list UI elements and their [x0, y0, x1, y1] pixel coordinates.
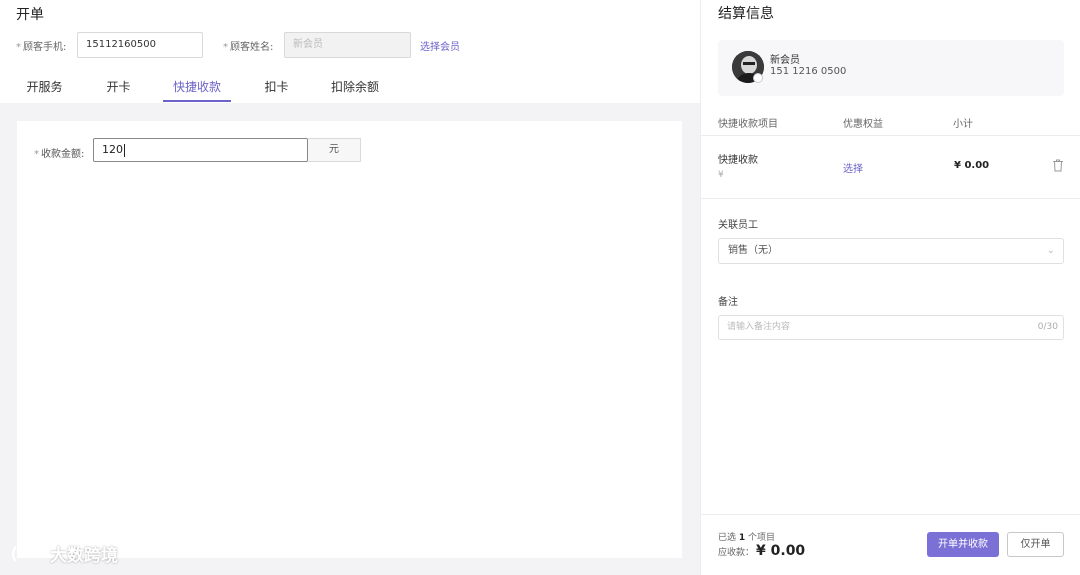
member-badge-icon	[753, 73, 763, 83]
tab-card[interactable]: 开卡	[96, 72, 141, 102]
staff-label: 关联员工	[718, 220, 758, 231]
staff-select[interactable]: 销售（无） ⌄	[718, 238, 1064, 264]
amount-input[interactable]: 120	[93, 138, 308, 162]
open-and-collect-button[interactable]: 开单并收款	[927, 532, 999, 557]
tab-quick-pay[interactable]: 快捷收款	[163, 72, 231, 102]
column-header-item: 快捷收款项目	[718, 119, 778, 130]
order-panel: 开单 * 顾客手机: 15112160500 * 顾客姓名: 新会员 选择会员 开服…	[0, 0, 700, 575]
brand-logo-icon	[11, 545, 46, 562]
tab-service[interactable]: 开服务	[17, 72, 72, 102]
divider	[701, 198, 1080, 199]
member-name: 新会员	[770, 55, 800, 66]
select-discount-link[interactable]: 选择	[843, 160, 863, 175]
amount-label: * 收款金额:	[34, 149, 85, 160]
settlement-title: 结算信息	[718, 6, 774, 22]
tab-deduct-balance[interactable]: 扣除余额	[322, 72, 388, 102]
selected-summary: 已选 1 个项目	[718, 533, 776, 543]
open-only-button[interactable]: 仅开单	[1007, 532, 1064, 557]
member-phone: 151 1216 0500	[770, 66, 847, 77]
remark-label: 备注	[718, 297, 738, 308]
column-header-discount: 优惠权益	[843, 119, 883, 130]
remark-input[interactable]: 请输入备注内容 0/30	[718, 315, 1064, 340]
divider	[701, 514, 1080, 515]
line-item-name: 快捷收款	[718, 155, 758, 166]
chevron-down-icon: ⌄	[1046, 245, 1055, 256]
tab-deduct-card[interactable]: 扣卡	[254, 72, 299, 102]
column-header-subtotal: 小计	[953, 119, 973, 130]
page-title: 开单	[16, 7, 44, 23]
total-amount: ¥ 0.00	[756, 543, 806, 559]
settlement-panel: 结算信息 新会员 151 1216 0500 快捷收款项目 优惠权益 小计 快捷…	[700, 0, 1080, 575]
phone-label: * 顾客手机:	[16, 42, 67, 53]
order-tabs: 开服务 开卡 快捷收款 扣卡 扣除余额	[0, 72, 700, 102]
quick-pay-form: * 收款金额: 120 元	[17, 121, 682, 558]
select-member-link[interactable]: 选择会员	[420, 38, 460, 53]
order-header: 开单 * 顾客手机: 15112160500 * 顾客姓名: 新会员 选择会员 开服…	[0, 0, 700, 103]
name-input[interactable]: 新会员	[284, 32, 411, 58]
line-item-price: ¥	[718, 170, 724, 180]
name-label: * 顾客姓名:	[223, 42, 274, 53]
watermark: 大数跨境	[10, 541, 118, 566]
line-item-subtotal: ¥ 0.00	[954, 160, 990, 171]
trash-icon[interactable]	[1052, 159, 1064, 172]
amount-due: 应收款： ¥ 0.00	[718, 543, 806, 559]
phone-input[interactable]: 15112160500	[77, 32, 203, 58]
remark-counter: 0/30	[1037, 322, 1058, 332]
divider	[701, 135, 1080, 136]
amount-unit: 元	[308, 138, 361, 162]
member-card: 新会员 151 1216 0500	[718, 40, 1064, 96]
